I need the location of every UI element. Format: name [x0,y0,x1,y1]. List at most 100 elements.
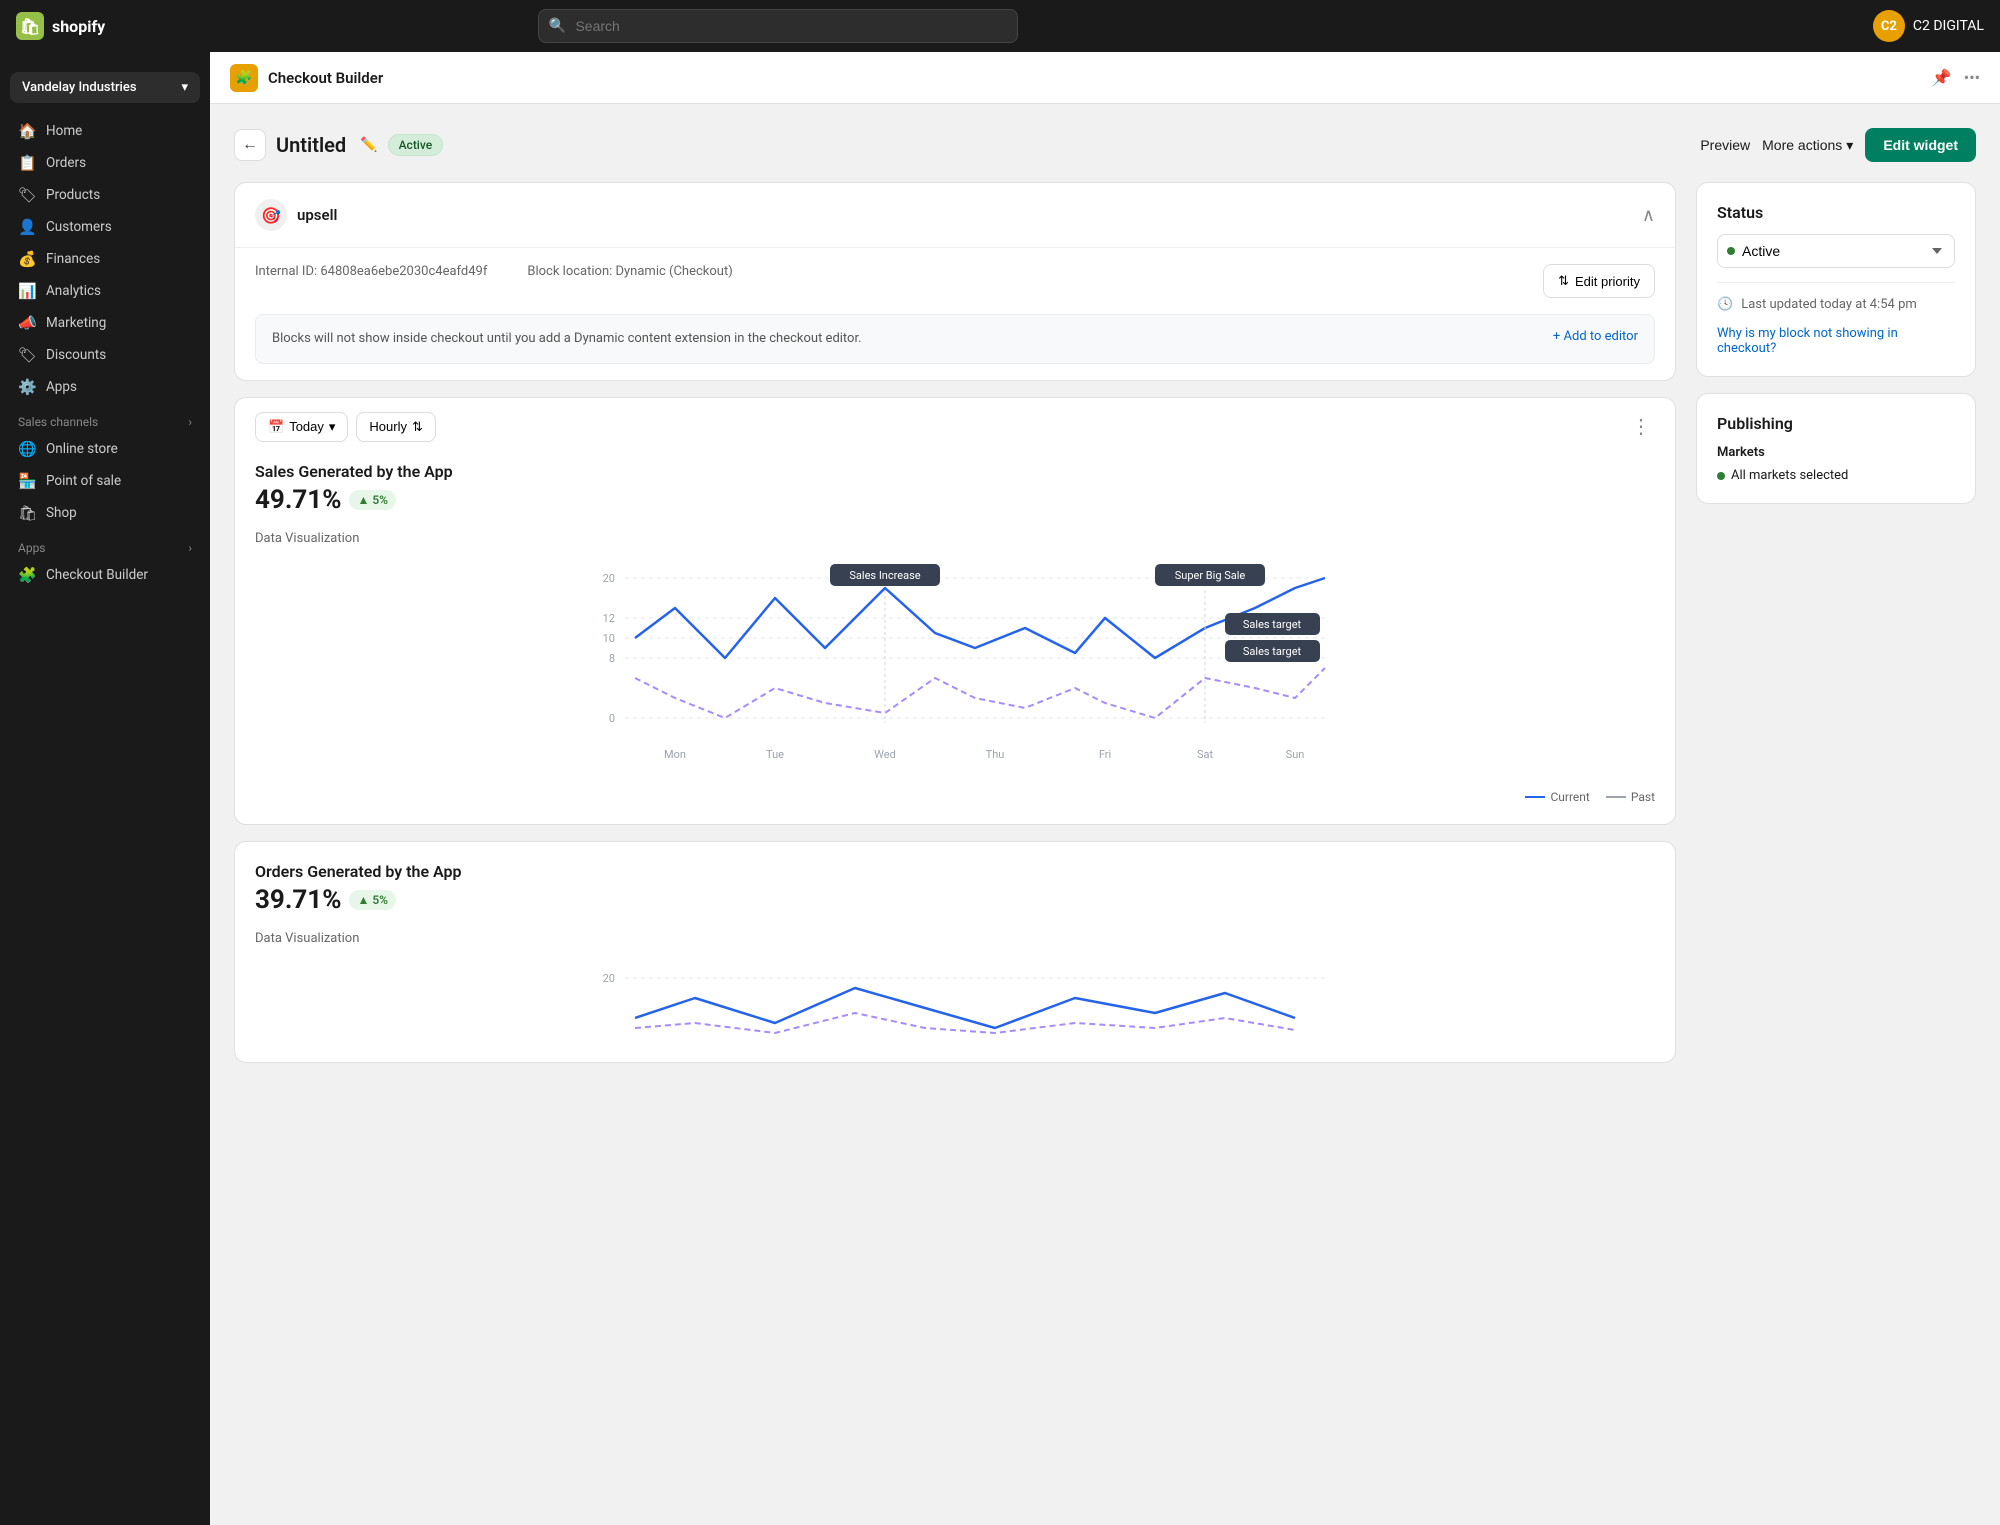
app-icon: 🧩 [230,64,258,92]
more-actions-button[interactable]: More actions ▾ [1762,137,1853,154]
status-card: Status Active Inactive 🕓 Last updat [1696,182,1976,377]
analytics-card: 📅 Today ▾ Hourly ⇅ ⋮ S [234,397,1676,825]
store-selector[interactable]: Vandelay Industries ▾ [10,72,200,103]
back-button[interactable]: ← [234,129,266,161]
sidebar-item-marketing[interactable]: 📣 Marketing [8,307,202,339]
collapse-button[interactable]: ∧ [1642,205,1655,226]
svg-text:Mon: Mon [664,748,686,761]
sidebar-item-discounts[interactable]: 🏷 Discounts [8,339,202,371]
top-navigation: 🛍 shopify 🔍 C2 C2 DIGITAL [0,0,2000,52]
finances-icon: 💰 [18,250,36,268]
legend-current: Current [1525,790,1589,804]
main-content: 🧩 Checkout Builder 📌 ••• ← Untitled ✏️ A… [210,52,2000,1525]
sidebar-item-shop[interactable]: 🛍 Shop [8,497,202,529]
edit-priority-button[interactable]: ⇅ Edit priority [1543,264,1655,298]
app-header-right: 📌 ••• [1932,68,1980,87]
internal-id: Internal ID: 64808ea6ebe2030c4eafd49f [255,264,487,279]
svg-text:Sales Increase: Sales Increase [849,569,920,582]
sidebar-item-label: Marketing [46,315,106,331]
sales-trend-badge: ▲ 5% [349,490,396,510]
orders-chart-title: Orders Generated by the App [255,862,1655,881]
meta-info: Internal ID: 64808ea6ebe2030c4eafd49f Bl… [255,264,733,279]
chevron-down-icon-today: ▾ [329,419,336,435]
products-icon: 🏷 [18,186,36,204]
preview-button[interactable]: Preview [1700,137,1750,153]
sidebar-item-label: Apps [46,379,77,395]
chart-more-options-button[interactable]: ⋮ [1631,414,1655,439]
search-icon: 🔍 [548,18,565,34]
svg-text:20: 20 [603,972,615,985]
pin-icon[interactable]: 📌 [1932,68,1952,87]
markets-value: All markets selected [1717,468,1955,483]
sidebar-item-label: Products [46,187,100,203]
user-name: C2 DIGITAL [1913,18,1984,34]
svg-text:12: 12 [603,612,615,625]
sales-chart-section-label: Data Visualization [255,531,1655,546]
chart-filters: 📅 Today ▾ Hourly ⇅ ⋮ [235,398,1675,442]
add-to-editor-link[interactable]: + Add to editor [1553,329,1638,344]
sidebar-item-apps[interactable]: ⚙️ Apps [8,371,202,403]
hourly-filter-button[interactable]: Hourly ⇅ [356,412,435,442]
widget-header-left: ← Untitled ✏️ Active [234,129,443,161]
sidebar-item-label: Checkout Builder [46,567,148,583]
sidebar-item-label: Shop [46,505,77,521]
chevron-down-icon: ▾ [181,80,188,95]
status-select[interactable]: Active Inactive [1717,234,1955,268]
svg-text:10: 10 [603,632,615,645]
calendar-icon: 📅 [268,419,284,435]
upsell-title: upsell [297,206,337,224]
edit-name-icon[interactable]: ✏️ [360,137,377,153]
sidebar-item-orders[interactable]: 📋 Orders [8,147,202,179]
priority-icon: ⇅ [1558,273,1569,289]
online-store-icon: 🌐 [18,440,36,458]
orders-chart-stat: 39.71% ▲ 5% [255,885,1655,915]
block-location: Block location: Dynamic (Checkout) [527,264,732,279]
discounts-icon: 🏷 [18,346,36,364]
svg-text:Sat: Sat [1197,748,1214,761]
sales-chart: Sales Generated by the App 49.71% ▲ 5% D… [235,442,1675,824]
sidebar-item-home[interactable]: 🏠 Home [8,115,202,147]
sidebar-item-point-of-sale[interactable]: 🏪 Point of sale [8,465,202,497]
more-options-icon[interactable]: ••• [1964,68,1980,87]
sidebar-item-finances[interactable]: 💰 Finances [8,243,202,275]
orders-card: Orders Generated by the App 39.71% ▲ 5% … [234,841,1676,1063]
svg-text:20: 20 [603,572,615,585]
sidebar-item-online-store[interactable]: 🌐 Online store [8,433,202,465]
sidebar-item-checkout-builder[interactable]: 🧩 Checkout Builder [8,559,202,591]
markets-label: Markets [1717,445,1955,460]
search-input[interactable] [538,9,1018,43]
sidebar-item-customers[interactable]: 👤 Customers [8,211,202,243]
edit-widget-button[interactable]: Edit widget [1865,128,1976,162]
svg-text:Fri: Fri [1099,748,1111,761]
status-card-body: Status Active Inactive 🕓 Last updat [1697,183,1975,376]
clock-icon: 🕓 [1717,297,1733,312]
svg-text:Thu: Thu [986,748,1005,761]
today-filter-button[interactable]: 📅 Today ▾ [255,412,348,442]
search-area: 🔍 [538,9,1018,43]
svg-text:Sales target: Sales target [1243,645,1302,658]
upsell-card-header: 🎯 upsell ∧ [235,183,1675,248]
status-select-wrap: Active Inactive [1717,234,1955,268]
publishing-card-body: Publishing Markets All markets selected [1697,394,1975,503]
point-of-sale-icon: 🏪 [18,472,36,490]
shopify-icon: 🛍 [16,12,44,40]
logo-text: shopify [52,17,105,36]
logo: 🛍 shopify [16,12,105,40]
sales-chart-container: 20 12 10 8 0 Mon Tue Wed Thu [255,558,1655,804]
sidebar-item-analytics[interactable]: 📊 Analytics [8,275,202,307]
two-column-layout: 🎯 upsell ∧ Internal ID: 64808ea6ebe2030c… [234,182,1976,1079]
orders-trend-up-icon: ▲ [357,893,369,907]
dynamic-content-notice: Blocks will not show inside checkout unt… [255,314,1655,364]
sales-channels-section: Sales channels › [8,403,202,433]
publishing-title: Publishing [1717,414,1955,433]
svg-text:Super Big Sale: Super Big Sale [1175,569,1246,582]
card-header-left: 🎯 upsell [255,199,337,231]
app-header: 🧩 Checkout Builder 📌 ••• [210,52,2000,104]
chevron-down-icon-actions: ▾ [1846,137,1853,154]
help-link[interactable]: Why is my block not showing in checkout? [1717,326,1955,356]
sidebar-item-label: Analytics [46,283,101,299]
sidebar-item-products[interactable]: 🏷 Products [8,179,202,211]
svg-text:Sales target: Sales target [1243,618,1302,631]
user-menu[interactable]: C2 C2 DIGITAL [1873,10,1984,42]
legend-past: Past [1606,790,1655,804]
